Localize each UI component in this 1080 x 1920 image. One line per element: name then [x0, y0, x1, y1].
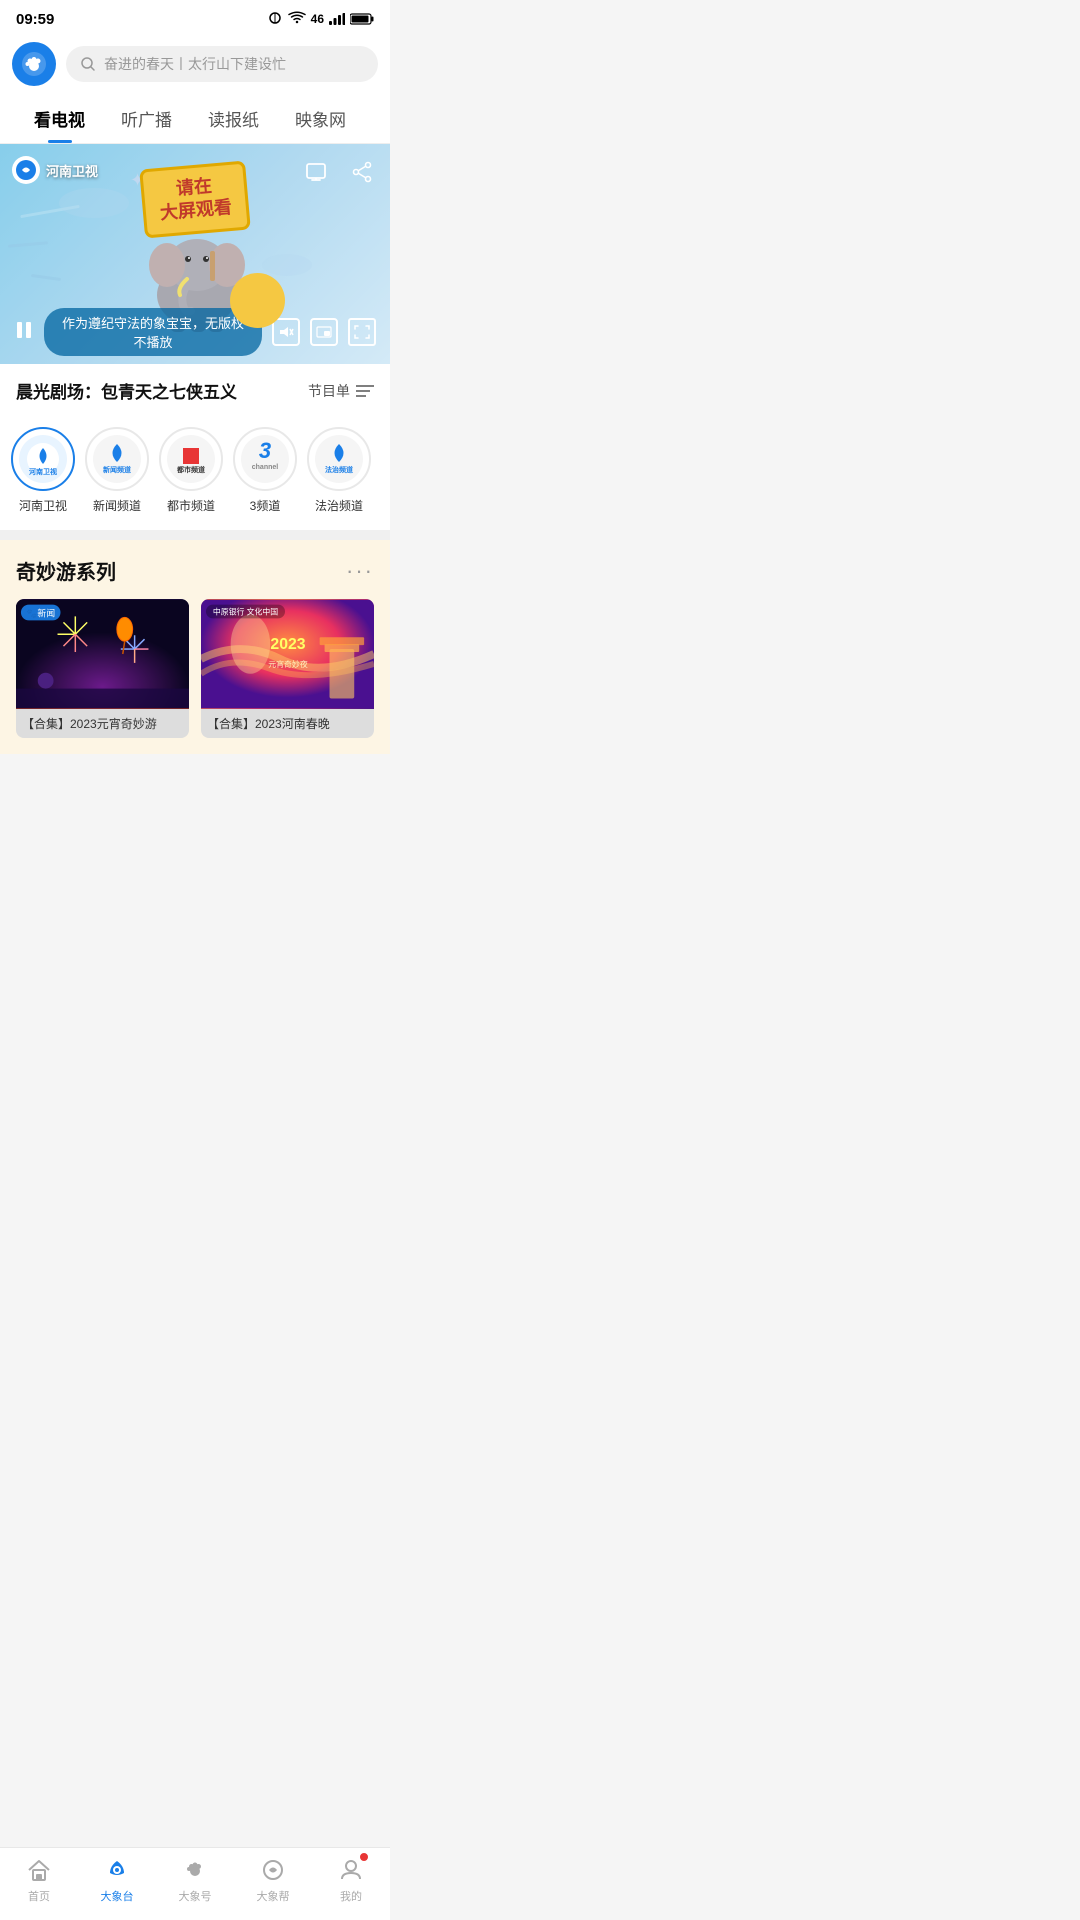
channel-label-news: 新闻频道 [93, 497, 141, 514]
header: 奋进的春天丨太行山下建设忙 [0, 34, 390, 94]
channel-list: 河南卫视 河南卫视 新闻频道 新闻频道 都市频道 都市频道 [0, 417, 390, 530]
svg-text:3: 3 [259, 438, 271, 463]
status-bar: 09:59 46 [0, 0, 390, 34]
content-grid: 🐾新闻 【合集】2023元宵奇妙游 [16, 599, 374, 738]
nav-label-home: 首页 [28, 1888, 50, 1904]
nav-item-daxiangbang[interactable]: 大象帮 [234, 1856, 312, 1904]
section-title: 奇妙游系列 [16, 556, 116, 585]
tab-read-newspaper[interactable]: 读报纸 [190, 94, 277, 143]
nav-item-mine[interactable]: 我的 [312, 1856, 390, 1904]
video-ctrl-icons [272, 318, 376, 346]
svg-text:中原银行 文化中国: 中原银行 文化中国 [213, 606, 278, 616]
channel-badge: 河南卫视 [12, 156, 98, 184]
channel-circle-3channel: 3 channel [233, 427, 297, 491]
nav-label-daxiangbang: 大象帮 [257, 1888, 290, 1904]
program-title: 晨光剧场：包青天之七侠五义 [16, 378, 237, 403]
nav-label-mine: 我的 [340, 1888, 362, 1904]
search-icon [80, 56, 96, 72]
svg-text:都市频道: 都市频道 [176, 465, 205, 474]
pip-icon[interactable] [310, 318, 338, 346]
content-card-1[interactable]: 🐾新闻 【合集】2023元宵奇妙游 [16, 599, 189, 738]
svg-text:河南卫视: 河南卫视 [29, 467, 57, 476]
nav-item-daxianghao[interactable]: 大象号 [156, 1856, 234, 1904]
search-placeholder: 奋进的春天丨太行山下建设忙 [104, 54, 286, 74]
card-2-text: 【合集】2023河南春晚 [201, 709, 374, 738]
channel-item-henan[interactable]: 河南卫视 河南卫视 [8, 427, 78, 514]
channel-item-fazhi[interactable]: 法治频道 法治频道 [304, 427, 374, 514]
wifi-icon [288, 11, 306, 28]
channel-circle-news: 新闻频道 [85, 427, 149, 491]
status-time: 09:59 [16, 11, 54, 28]
schedule-button[interactable]: 节目单 [308, 381, 374, 401]
card-thumb-festival: 中原银行 文化中国 2023 元宵奇妙夜 [201, 599, 374, 709]
tab-watch-tv[interactable]: 看电视 [16, 94, 103, 143]
mine-badge [359, 1852, 369, 1862]
daxiangbang-nav-icon [259, 1856, 287, 1884]
video-illustration: 请在 大屏观看 [0, 184, 390, 314]
app-logo[interactable] [12, 42, 56, 86]
content-section: 奇妙游系列 ··· [0, 530, 390, 754]
signal-icon [267, 12, 283, 27]
status-icons: 46 [267, 11, 374, 28]
channel-item-3channel[interactable]: 3 channel 3频道 [230, 427, 300, 514]
schedule-label: 节目单 [308, 381, 350, 401]
tab-yingxiang[interactable]: 映象网 [277, 94, 364, 143]
mine-nav-icon [337, 1856, 365, 1884]
channel-item-news[interactable]: 新闻频道 新闻频道 [82, 427, 152, 514]
content-card-2[interactable]: 中原银行 文化中国 2023 元宵奇妙夜 【合集】2023河南春晚 [201, 599, 374, 738]
search-bar[interactable]: 奋进的春天丨太行山下建设忙 [66, 46, 378, 82]
video-controls: 作为遵纪守法的象宝宝，无版权不播放 [0, 300, 390, 364]
signal-strength-icon: 46 [311, 12, 324, 26]
nav-label-datai: 大象台 [101, 1888, 134, 1904]
video-subtitle: 作为遵纪守法的象宝宝，无版权不播放 [44, 308, 262, 356]
tab-navigation: 看电视 听广播 读报纸 映象网 [0, 94, 390, 144]
tab-listen-radio[interactable]: 听广播 [103, 94, 190, 143]
fullscreen-icon[interactable] [348, 318, 376, 346]
svg-text:新闻频道: 新闻频道 [103, 465, 131, 474]
svg-text:2023: 2023 [270, 636, 305, 653]
channel-label-fazhi: 法治频道 [315, 497, 363, 514]
channel-label-dushi: 都市频道 [167, 497, 215, 514]
section-card: 奇妙游系列 ··· [0, 540, 390, 754]
channel-label-3channel: 3频道 [250, 497, 281, 514]
section-header: 奇妙游系列 ··· [16, 556, 374, 585]
channel-logo-small [12, 156, 40, 184]
channel-circle-henan: 河南卫视 [11, 427, 75, 491]
program-row: 晨光剧场：包青天之七侠五义 节目单 [0, 364, 390, 417]
card-1-text: 【合集】2023元宵奇妙游 [16, 709, 189, 738]
sign-board: 请在 大屏观看 [139, 160, 251, 238]
bottom-navigation: 首页 大象台 大象号 [0, 1847, 390, 1920]
schedule-icon [356, 384, 374, 398]
video-player[interactable]: 河南卫视 请在 大屏观看 [0, 144, 390, 364]
channel-item-dushi[interactable]: 都市频道 都市频道 [156, 427, 226, 514]
channel-circle-dushi: 都市频道 [159, 427, 223, 491]
channel-label-henan: 河南卫视 [19, 497, 67, 514]
svg-text:元宵奇妙夜: 元宵奇妙夜 [268, 659, 308, 669]
svg-text:🐾新闻: 🐾新闻 [26, 607, 55, 618]
datai-nav-icon [103, 1856, 131, 1884]
bars-icon [329, 13, 345, 25]
pause-button[interactable] [14, 320, 34, 345]
svg-text:法治频道: 法治频道 [325, 465, 353, 474]
home-nav-icon [25, 1856, 53, 1884]
channel-circle-fazhi: 法治频道 [307, 427, 371, 491]
nav-item-home[interactable]: 首页 [0, 1856, 78, 1904]
more-button[interactable]: ··· [346, 558, 374, 584]
nav-label-daxianghao: 大象号 [179, 1888, 212, 1904]
nav-item-datai[interactable]: 大象台 [78, 1856, 156, 1904]
svg-text:channel: channel [252, 464, 279, 471]
mute-icon[interactable] [272, 318, 300, 346]
battery-icon [350, 13, 374, 25]
channel-name-badge: 河南卫视 [46, 161, 98, 180]
card-thumb-fireworks: 🐾新闻 [16, 599, 189, 709]
daxianghao-nav-icon [181, 1856, 209, 1884]
